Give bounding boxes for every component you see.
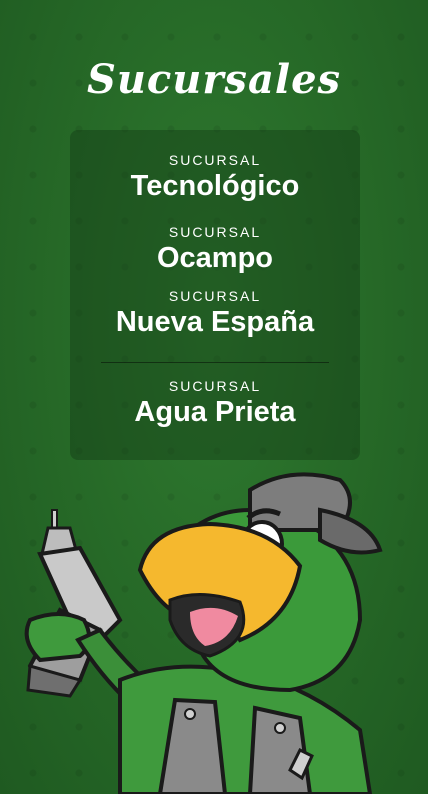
branch-name: Ocampo bbox=[156, 242, 274, 274]
page-title: Sucursales bbox=[86, 56, 342, 103]
branch-caption: SUCURSAL bbox=[168, 378, 262, 394]
branch-item-ocampo[interactable]: SUCURSAL Ocampo bbox=[70, 224, 360, 275]
branch-name: Nueva España bbox=[115, 306, 315, 338]
branch-item-nueva-espana[interactable]: SUCURSAL Nueva España bbox=[70, 288, 360, 339]
branch-name: Tecnológico bbox=[130, 170, 300, 202]
divider bbox=[101, 362, 329, 363]
branch-item-agua-prieta[interactable]: SUCURSAL Agua Prieta bbox=[70, 378, 360, 429]
branch-caption: SUCURSAL bbox=[168, 224, 262, 240]
branches-panel: SUCURSAL Tecnológico SUCURSAL Ocampo SUC… bbox=[70, 130, 360, 460]
branch-name: Agua Prieta bbox=[134, 396, 296, 428]
branch-item-tecnologico[interactable]: SUCURSAL Tecnológico bbox=[70, 152, 360, 203]
branch-caption: SUCURSAL bbox=[168, 152, 262, 168]
parrot-mascot-with-drill-icon bbox=[24, 472, 383, 794]
branch-caption: SUCURSAL bbox=[168, 288, 262, 304]
